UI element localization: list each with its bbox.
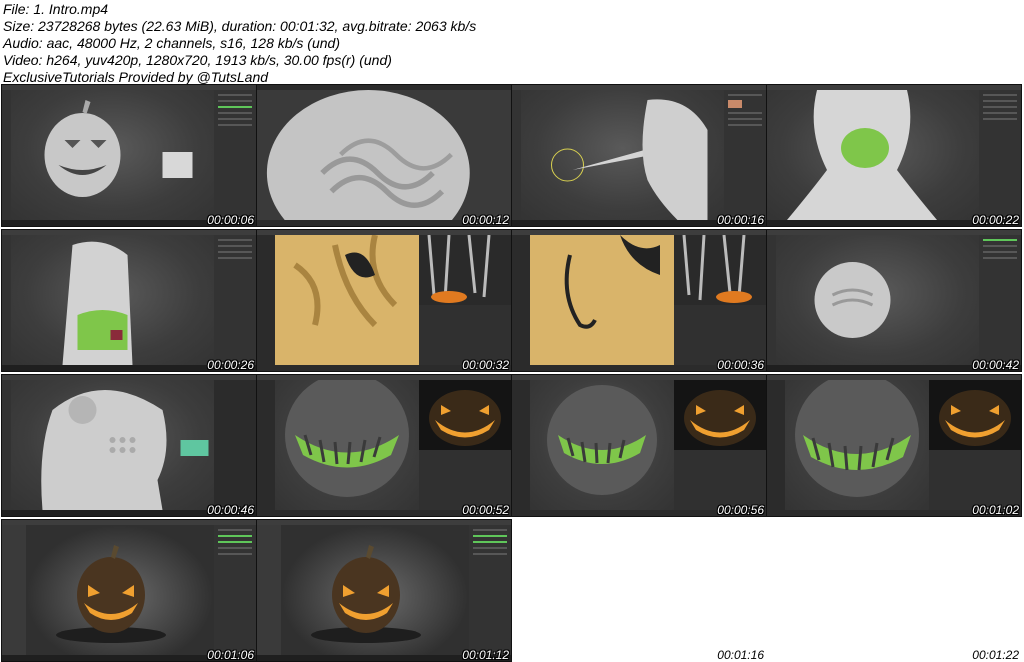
timestamp: 00:01:02 (972, 503, 1019, 516)
thumbnail-7[interactable]: 00:00:36 (512, 230, 766, 371)
pumpkin-teeth-sculpt-preview (285, 380, 409, 497)
empty-slot-2: 00:01:22 (767, 520, 1021, 662)
thumbnail-5[interactable]: 00:00:26 (2, 230, 256, 371)
timestamp: 00:00:56 (717, 503, 764, 516)
timestamp: 00:00:22 (972, 213, 1019, 226)
thumbnail-11[interactable]: 00:00:56 (512, 375, 766, 516)
thumbnail-4[interactable]: 00:00:22 (767, 85, 1021, 226)
thumbnail-9[interactable]: 00:00:46 (2, 375, 256, 516)
timestamp: 00:00:36 (717, 358, 764, 371)
timestamp: 00:00:12 (462, 213, 509, 226)
swirl-sculpt-preview (266, 90, 470, 220)
timestamp: 00:00:16 (717, 213, 764, 226)
timestamp: 00:00:32 (462, 358, 509, 371)
face-mask-sculpt-preview (62, 241, 133, 365)
reference-image (419, 380, 511, 450)
pumpkin-teeth-sculpt-preview (795, 380, 919, 497)
timestamp: 00:00:06 (207, 213, 254, 226)
chin-mask-sculpt-preview (787, 90, 937, 220)
thumbnail-13[interactable]: 00:01:06 (2, 520, 256, 661)
reference-image (929, 380, 1021, 450)
thumbnail-6[interactable]: 00:00:32 (257, 230, 511, 371)
thumbnail-12[interactable]: 00:01:02 (767, 375, 1021, 516)
thumbnail-14[interactable]: 00:01:12 (257, 520, 511, 661)
video-info-line: Video: h264, yuv420p, 1280x720, 1913 kb/… (3, 52, 392, 68)
thumbnail-3[interactable]: 00:00:16 (512, 85, 766, 226)
timestamp: 00:00:26 (207, 358, 254, 371)
glowing-pumpkin-render-preview (56, 545, 166, 643)
head-texture-sculpt-preview (41, 390, 209, 510)
empty-slot-1: 00:01:16 (512, 520, 766, 662)
thumbnail-8[interactable]: 00:00:42 (767, 230, 1021, 371)
thumbnail-1[interactable]: 00:00:06 (2, 85, 256, 226)
pumpkin-teeth-sculpt-preview (547, 385, 657, 495)
thumbnail-grid: 00:00:06 00:00:12 00:00:16 00:00:22 00:0… (2, 85, 1022, 662)
thumbnail-10[interactable]: 00:00:52 (257, 375, 511, 516)
reference-image (674, 235, 766, 305)
file-size-line: Size: 23728268 bytes (22.63 MiB), durati… (3, 18, 477, 34)
cloth-sculpt-preview (530, 235, 674, 365)
timestamp: 00:00:46 (207, 503, 254, 516)
timestamp: 00:00:42 (972, 358, 1019, 371)
timestamp: 00:01:12 (462, 648, 509, 661)
timestamp: 00:00:52 (462, 503, 509, 516)
timestamp: 00:01:06 (207, 648, 254, 661)
audio-info-line: Audio: aac, 48000 Hz, 2 channels, s16, 1… (3, 35, 340, 51)
cloth-sculpt-preview (275, 235, 419, 365)
thumbnail-2[interactable]: 00:00:12 (257, 85, 511, 226)
reference-image (419, 235, 511, 305)
pumpkin-sculpt-preview (44, 100, 193, 197)
file-info-header: File: 1. Intro.mp4 Size: 23728268 bytes … (3, 1, 1013, 86)
head-nose-sculpt-preview (551, 99, 708, 220)
glowing-pumpkin-render-preview (311, 545, 421, 643)
timestamp: 00:01:16 (717, 648, 764, 662)
credit-line: ExclusiveTutorials Provided by @TutsLand (3, 69, 269, 85)
file-name-line: File: 1. Intro.mp4 (3, 1, 109, 17)
timestamp: 00:01:22 (972, 648, 1019, 662)
reference-image (674, 380, 766, 450)
sphere-sculpt-preview (814, 262, 891, 338)
